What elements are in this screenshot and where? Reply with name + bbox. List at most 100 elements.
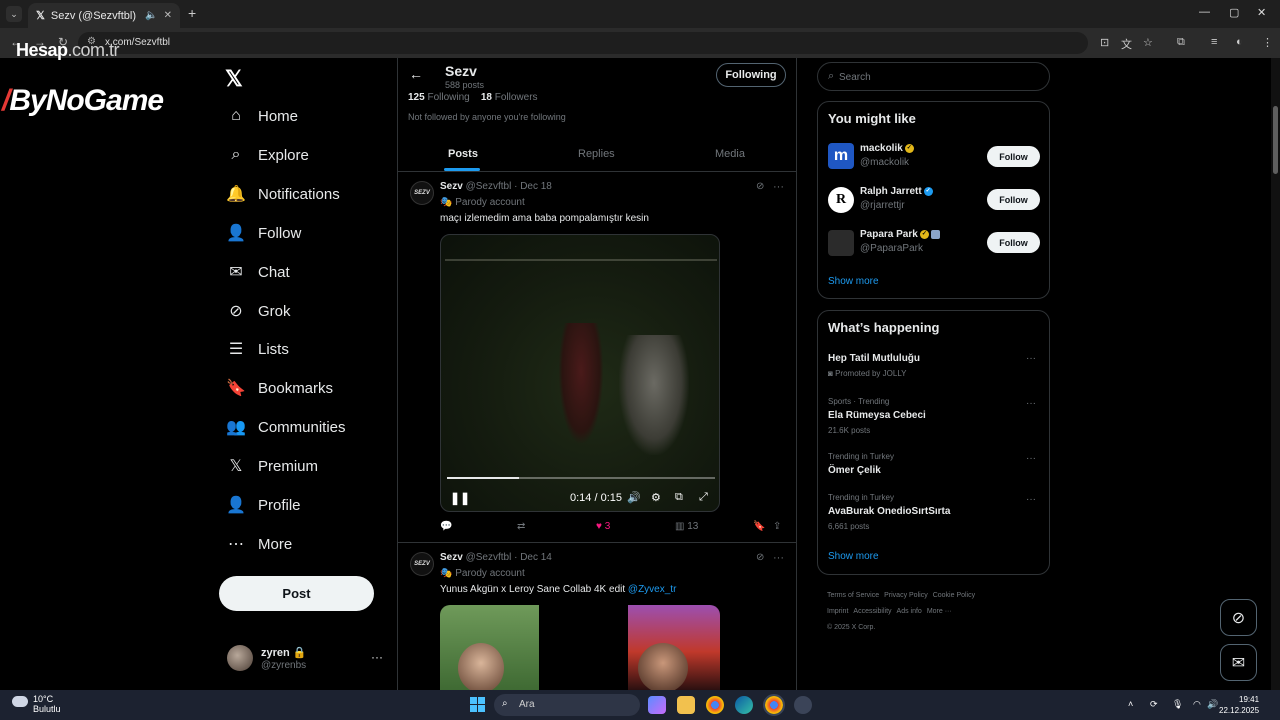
close-window-button[interactable]: ✕: [1257, 6, 1266, 19]
grok-icon[interactable]: ⊘: [756, 181, 764, 192]
repost-icon[interactable]: ⇄: [517, 521, 525, 532]
following-link[interactable]: 125 Following: [408, 92, 470, 103]
extensions-icon[interactable]: ⧉: [1177, 36, 1185, 49]
translate-icon[interactable]: 文: [1121, 36, 1132, 52]
tweet-media[interactable]: [440, 605, 720, 690]
footer-link[interactable]: Privacy Policy: [884, 592, 928, 599]
taskbar-search[interactable]: ⌕ Ara: [494, 694, 640, 716]
file-explorer-icon[interactable]: [677, 696, 695, 714]
mackolik-avatar[interactable]: m: [828, 143, 854, 169]
tab-replies[interactable]: Replies: [578, 148, 615, 160]
tray-chevron-icon[interactable]: ˄: [1128, 699, 1133, 709]
copilot-icon[interactable]: [648, 696, 666, 714]
scrollbar[interactable]: [1271, 58, 1280, 690]
edge-icon[interactable]: [735, 696, 753, 714]
chrome-active-icon[interactable]: [763, 694, 785, 716]
nav-item-chat[interactable]: ✉ Chat: [226, 257, 289, 287]
app-icon[interactable]: [794, 696, 812, 714]
tab-search-icon[interactable]: ≡: [1211, 36, 1217, 48]
sync-icon[interactable]: ⟳: [1150, 699, 1158, 710]
back-arrow-icon[interactable]: ←: [409, 66, 423, 82]
tweet-author[interactable]: Sezv @Sezvftbl · Dec 14: [440, 552, 552, 563]
trend-more-icon[interactable]: ···: [1026, 353, 1036, 364]
install-icon[interactable]: ⊡: [1100, 36, 1109, 49]
follow-button[interactable]: Follow: [987, 146, 1040, 167]
menu-icon[interactable]: ⋮: [1262, 36, 1273, 49]
profile-icon[interactable]: ◐: [1236, 36, 1243, 48]
minimize-button[interactable]: —: [1199, 6, 1210, 18]
speaker-icon[interactable]: 🔈: [145, 10, 157, 21]
reply-icon[interactable]: 💬: [440, 521, 452, 532]
nav-item-bookmarks[interactable]: 🔖 Bookmarks: [226, 373, 333, 403]
pause-icon[interactable]: ❚❚: [450, 491, 470, 505]
trend-title[interactable]: Ömer Çelik: [828, 465, 881, 476]
nav-item-lists[interactable]: ☰ Lists: [226, 334, 289, 364]
close-tab-icon[interactable]: ✕: [164, 10, 172, 21]
trend-title[interactable]: AvaBurak OnedioSırtSırta: [828, 506, 950, 517]
account-more-icon[interactable]: ···: [371, 650, 383, 664]
grok-icon[interactable]: ⊘: [756, 552, 764, 563]
search-box[interactable]: ⌕: [817, 62, 1050, 91]
show-more-link[interactable]: Show more: [828, 551, 879, 562]
follow-button[interactable]: Follow: [987, 232, 1040, 253]
nav-item-notifications[interactable]: 🔔 Notifications: [226, 179, 340, 209]
tab-posts[interactable]: Posts: [448, 148, 478, 160]
tab-list-button[interactable]: ⌄: [6, 6, 22, 22]
chrome-icon[interactable]: [706, 696, 724, 714]
following-button[interactable]: Following: [716, 63, 786, 87]
trend-more-icon[interactable]: ···: [1026, 494, 1036, 505]
tweet-avatar[interactable]: SEZV: [410, 181, 434, 205]
x-logo-icon[interactable]: 𝕏: [225, 66, 243, 92]
footer-link[interactable]: Imprint: [827, 608, 848, 615]
bookmark-icon[interactable]: 🔖: [753, 521, 765, 532]
like-button[interactable]: ♥ 3: [596, 521, 610, 532]
account-name[interactable]: zyren 🔒: [261, 646, 307, 659]
video-progress-bar[interactable]: [447, 477, 715, 479]
clock[interactable]: 19:41 22.12.2025: [1219, 694, 1259, 716]
omnibox[interactable]: ⚙ x.com/Sezvftbl: [78, 32, 1088, 54]
fullscreen-icon[interactable]: ⤢: [699, 491, 708, 504]
nav-item-explore[interactable]: ⌕ Explore: [226, 140, 309, 170]
footer-link[interactable]: Terms of Service: [827, 592, 879, 599]
nav-item-grok[interactable]: ⊘ Grok: [226, 296, 290, 326]
nav-item-profile[interactable]: 👤 Profile: [226, 490, 301, 520]
trend-title[interactable]: Hep Tatil Mutluluğu: [828, 353, 920, 364]
avatar[interactable]: [227, 645, 253, 671]
volume-icon[interactable]: 🔊: [627, 491, 641, 504]
views-button[interactable]: ▥ 13: [675, 521, 698, 532]
follow-button[interactable]: Follow: [987, 189, 1040, 210]
browser-tab[interactable]: 𝕏 Sezv (@Sezvftbl) / X 🔈 ✕: [28, 3, 180, 28]
footer-link[interactable]: Accessibility: [853, 608, 891, 615]
footer-link[interactable]: Ads info: [897, 608, 922, 615]
suggestion-name[interactable]: mackolik ✓: [860, 143, 914, 154]
mention-link[interactable]: @Zyvex_tr: [628, 584, 677, 595]
new-tab-button[interactable]: +: [188, 5, 196, 21]
nav-item-home[interactable]: ⌂ Home: [226, 101, 298, 131]
suggestion-name[interactable]: Papara Park ✓: [860, 229, 940, 240]
trend-more-icon[interactable]: ···: [1026, 453, 1036, 464]
tweet-avatar[interactable]: SEZV: [410, 552, 434, 576]
nav-item-premium[interactable]: 𝕏 Premium: [226, 451, 318, 481]
settings-icon[interactable]: ⚙: [651, 491, 661, 504]
papara-park-avatar[interactable]: [828, 230, 854, 256]
tweet-more-icon[interactable]: ···: [773, 552, 784, 564]
share-icon[interactable]: ⇪: [773, 521, 781, 532]
tweet-more-icon[interactable]: ···: [773, 181, 784, 193]
maximize-button[interactable]: ▢: [1229, 6, 1239, 19]
search-input[interactable]: [839, 67, 1039, 87]
trend-title[interactable]: Ela Rümeysa Cebeci: [828, 410, 926, 421]
footer-link[interactable]: Cookie Policy: [933, 592, 975, 599]
tweet-author[interactable]: Sezv @Sezvftbl · Dec 18: [440, 181, 552, 192]
footer-link[interactable]: More ···: [927, 608, 952, 615]
volume-icon[interactable]: 🔊: [1207, 699, 1218, 710]
star-icon[interactable]: ☆: [1143, 36, 1153, 49]
scrollbar-thumb[interactable]: [1273, 106, 1278, 174]
nav-item-follow[interactable]: 👤 Follow: [226, 218, 301, 248]
pip-icon[interactable]: ⧉: [675, 491, 683, 504]
show-more-link[interactable]: Show more: [828, 276, 879, 287]
tab-media[interactable]: Media: [715, 148, 745, 160]
windows-start-icon[interactable]: [470, 697, 485, 712]
video-player[interactable]: ❚❚ 0:14 / 0:15 🔊 ⚙ ⧉ ⤢: [440, 234, 720, 512]
wifi-icon[interactable]: ◠: [1193, 699, 1201, 710]
followers-link[interactable]: 18 Followers: [481, 92, 538, 103]
